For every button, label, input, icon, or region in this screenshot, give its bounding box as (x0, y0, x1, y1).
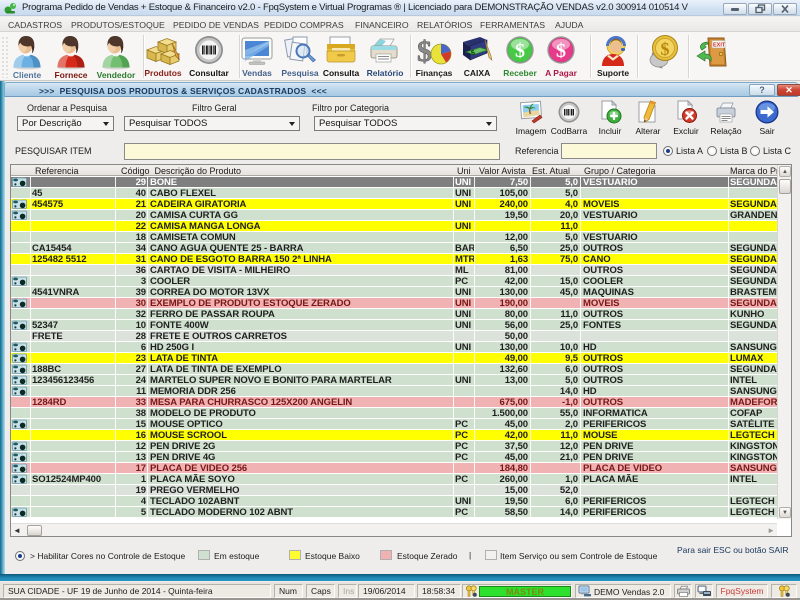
svg-text:$: $ (515, 40, 525, 62)
svg-text:$: $ (556, 40, 566, 62)
svg-text:$: $ (417, 35, 432, 68)
svg-text:$: $ (661, 39, 670, 59)
svg-text:EXIT: EXIT (713, 43, 726, 49)
